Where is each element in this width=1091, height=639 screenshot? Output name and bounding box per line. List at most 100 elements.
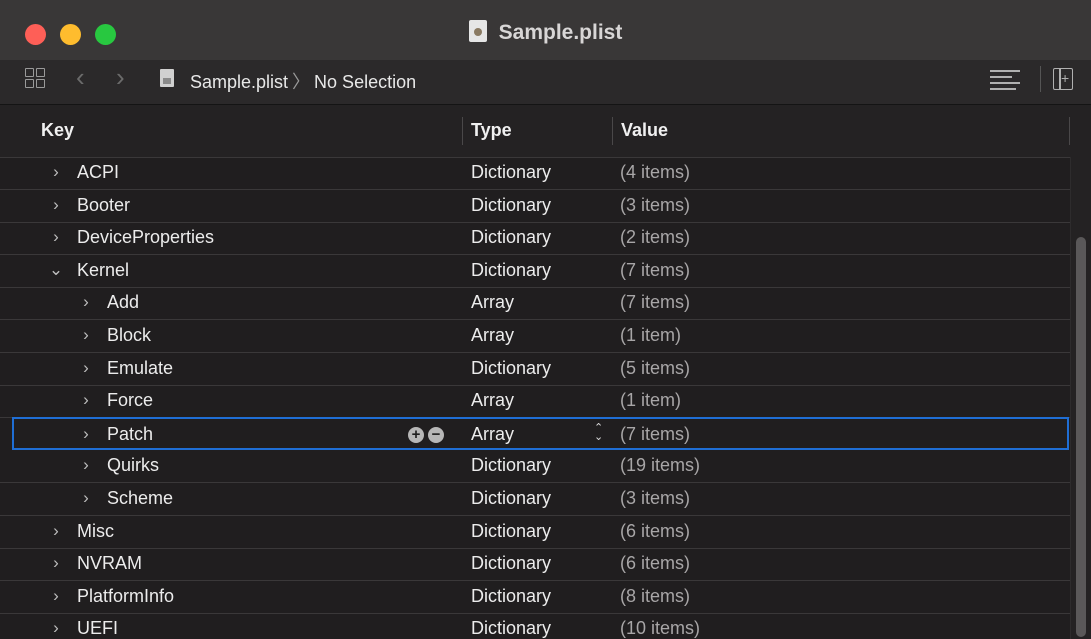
disclosure-collapsed-icon[interactable]: › (78, 390, 94, 410)
column-divider[interactable] (612, 117, 613, 145)
row-key[interactable]: PlatformInfo (77, 586, 174, 607)
toolbar: ‹ › Sample.plist 〉 No Selection (0, 60, 1091, 105)
table-row[interactable]: ⌄ Kernel Dictionary (7 items) (0, 255, 1073, 288)
disclosure-collapsed-icon[interactable]: › (78, 325, 94, 345)
row-key[interactable]: Add (107, 292, 139, 313)
column-header-key[interactable]: Key (41, 120, 74, 141)
table-row[interactable]: › Patch Array (7 items) + − ⌃⌄ (12, 416, 1069, 450)
table-row[interactable]: › Misc Dictionary (6 items) (0, 516, 1073, 549)
row-value[interactable]: (3 items) (620, 488, 690, 509)
row-type[interactable]: Dictionary (471, 162, 551, 183)
table-row[interactable]: › PlatformInfo Dictionary (8 items) (0, 581, 1073, 614)
row-type[interactable]: Array (471, 325, 514, 346)
disclosure-collapsed-icon[interactable]: › (78, 292, 94, 312)
plist-document-icon (468, 20, 487, 42)
table-row[interactable]: › Add Array (7 items) (0, 287, 1073, 321)
row-value[interactable]: (6 items) (620, 521, 690, 542)
row-value[interactable]: (8 items) (620, 586, 690, 607)
row-key[interactable]: UEFI (77, 618, 118, 639)
table-row[interactable]: › Quirks Dictionary (19 items) (0, 450, 1073, 484)
table-row[interactable]: › DeviceProperties Dictionary (2 items) (0, 222, 1073, 256)
row-key[interactable]: Scheme (107, 488, 173, 509)
row-type[interactable]: Dictionary (471, 521, 551, 542)
disclosure-collapsed-icon[interactable]: › (78, 488, 94, 508)
row-key[interactable]: Misc (77, 521, 114, 542)
vertical-scrollbar[interactable] (1070, 157, 1091, 639)
table-row[interactable]: › Emulate Dictionary (5 items) (0, 353, 1073, 386)
column-divider[interactable] (1069, 117, 1070, 145)
row-value[interactable]: (7 items) (620, 424, 690, 445)
add-editor-icon[interactable] (1053, 68, 1073, 90)
plist-editor-window: Sample.plist ‹ › Sample.plist 〉 No Selecti… (0, 0, 1091, 639)
row-value[interactable]: (6 items) (620, 553, 690, 574)
row-value[interactable]: (2 items) (620, 227, 690, 248)
row-key[interactable]: ACPI (77, 162, 119, 183)
row-value[interactable]: (4 items) (620, 162, 690, 183)
row-type[interactable]: Array (471, 292, 514, 313)
row-key[interactable]: Quirks (107, 455, 159, 476)
row-type[interactable]: Dictionary (471, 618, 551, 639)
table-row[interactable]: › UEFI Dictionary (10 items) (0, 613, 1073, 639)
column-divider[interactable] (462, 117, 463, 145)
breadcrumb-separator: 〉 (292, 72, 311, 92)
editor-options-lines-icon[interactable] (990, 68, 1020, 90)
breadcrumb-file[interactable]: Sample.plist (190, 72, 288, 92)
disclosure-collapsed-icon[interactable]: › (78, 455, 94, 475)
disclosure-collapsed-icon[interactable]: › (48, 227, 64, 247)
row-type[interactable]: Array (471, 390, 514, 411)
row-key[interactable]: Emulate (107, 358, 173, 379)
table-row[interactable]: › Force Array (1 item) (0, 385, 1073, 419)
table-row[interactable]: › ACPI Dictionary (4 items) (0, 157, 1073, 190)
back-chevron-icon[interactable]: ‹ (76, 62, 85, 93)
remove-item-button[interactable]: − (428, 426, 444, 443)
forward-chevron-icon[interactable]: › (116, 62, 125, 93)
row-key[interactable]: Kernel (77, 260, 129, 281)
related-items-grid-icon[interactable] (25, 68, 45, 88)
plist-outline: › ACPI Dictionary (4 items) › Booter Dictionar… (0, 157, 1091, 639)
row-value[interactable]: (7 items) (620, 292, 690, 313)
disclosure-collapsed-icon[interactable]: › (78, 424, 94, 444)
disclosure-collapsed-icon[interactable]: › (48, 521, 64, 541)
table-row[interactable]: › NVRAM Dictionary (6 items) (0, 548, 1073, 582)
row-type[interactable]: Dictionary (471, 553, 551, 574)
row-type[interactable]: Dictionary (471, 195, 551, 216)
table-row[interactable]: › Block Array (1 item) (0, 320, 1073, 353)
breadcrumb: Sample.plist 〉 No Selection (190, 68, 416, 94)
row-value[interactable]: (1 item) (620, 390, 681, 411)
disclosure-collapsed-icon[interactable]: › (48, 553, 64, 573)
row-value[interactable]: (7 items) (620, 260, 690, 281)
column-header-value[interactable]: Value (621, 120, 668, 141)
add-item-button[interactable]: + (408, 426, 424, 443)
disclosure-collapsed-icon[interactable]: › (48, 618, 64, 638)
disclosure-collapsed-icon[interactable]: › (78, 358, 94, 378)
row-key[interactable]: Booter (77, 195, 130, 216)
row-value[interactable]: (3 items) (620, 195, 690, 216)
row-key[interactable]: Block (107, 325, 151, 346)
row-type[interactable]: Array (471, 424, 514, 445)
table-row[interactable]: › Booter Dictionary (3 items) (0, 190, 1073, 223)
scrollbar-thumb[interactable] (1076, 237, 1086, 637)
row-type[interactable]: Dictionary (471, 358, 551, 379)
breadcrumb-selection[interactable]: No Selection (314, 72, 416, 92)
window-title: Sample.plist (0, 20, 1091, 45)
row-value[interactable]: (5 items) (620, 358, 690, 379)
row-key[interactable]: DeviceProperties (77, 227, 214, 248)
table-row[interactable]: › Scheme Dictionary (3 items) (0, 483, 1073, 516)
row-key[interactable]: NVRAM (77, 553, 142, 574)
row-value[interactable]: (1 item) (620, 325, 681, 346)
disclosure-collapsed-icon[interactable]: › (48, 586, 64, 606)
row-value[interactable]: (10 items) (620, 618, 700, 639)
type-popup-stepper-icon[interactable]: ⌃⌄ (594, 422, 604, 442)
column-header-type[interactable]: Type (471, 120, 512, 141)
disclosure-collapsed-icon[interactable]: › (48, 195, 64, 215)
disclosure-expanded-icon[interactable]: ⌄ (48, 260, 64, 280)
row-type[interactable]: Dictionary (471, 260, 551, 281)
row-key[interactable]: Patch (107, 424, 153, 445)
row-key[interactable]: Force (107, 390, 153, 411)
row-type[interactable]: Dictionary (471, 586, 551, 607)
row-type[interactable]: Dictionary (471, 488, 551, 509)
disclosure-collapsed-icon[interactable]: › (48, 162, 64, 182)
row-type[interactable]: Dictionary (471, 455, 551, 476)
row-type[interactable]: Dictionary (471, 227, 551, 248)
row-value[interactable]: (19 items) (620, 455, 700, 476)
